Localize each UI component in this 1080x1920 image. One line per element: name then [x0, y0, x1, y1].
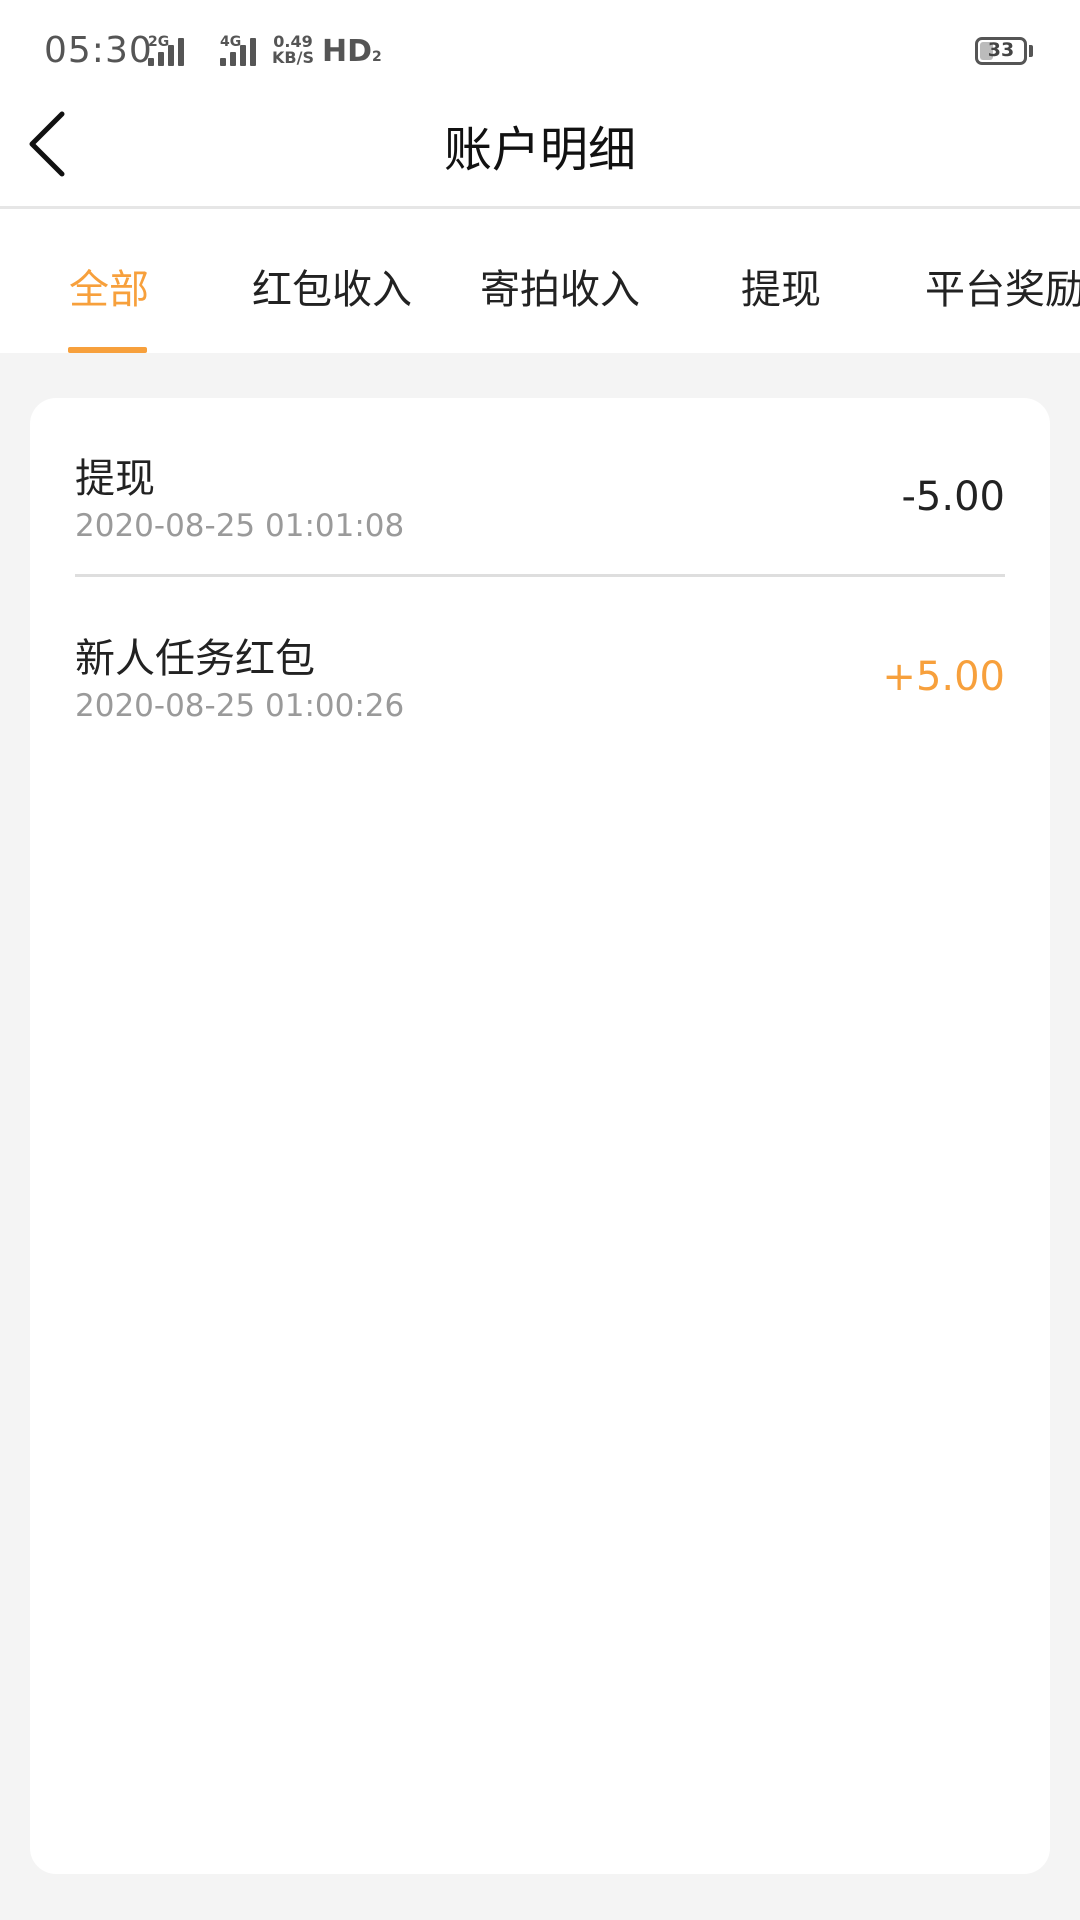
battery-tip: [1029, 45, 1033, 57]
signal-icon-sim1: 2G: [148, 34, 194, 66]
tab-red-packet-income[interactable]: 红包收入: [252, 257, 412, 315]
tab-withdraw[interactable]: 提现: [741, 257, 821, 315]
records-card: 提现 2020-08-25 01:01:08 -5.00 新人任务红包 2020…: [30, 398, 1050, 1874]
network-speed: 0.49 KB/S: [272, 34, 314, 66]
top-bar: 05:30 2G 4G 0.49 KB/S HD2 33 账户明细: [0, 0, 1080, 206]
speed-unit: KB/S: [272, 48, 314, 67]
status-time: 05:30: [44, 30, 153, 71]
sim1-label: 2G: [148, 34, 170, 50]
list-item[interactable]: 新人任务红包 2020-08-25 01:00:26 +5.00: [75, 626, 1005, 776]
hd-indicator: HD2: [322, 34, 382, 69]
hd-label: HD: [322, 34, 373, 69]
tab-all[interactable]: 全部: [69, 257, 149, 315]
status-bar: 05:30 2G 4G 0.49 KB/S HD2 33: [0, 0, 1080, 100]
page-title: 账户明细: [443, 122, 636, 178]
tab-platform-reward[interactable]: 平台奖励: [925, 257, 1080, 315]
record-amount: -5.00: [901, 474, 1006, 520]
battery-level: 33: [987, 39, 1015, 61]
active-tab-indicator: [68, 347, 147, 353]
record-time: 2020-08-25 01:00:26: [75, 688, 405, 724]
signal-icon-sim2: 4G: [206, 34, 264, 66]
record-time: 2020-08-25 01:01:08: [75, 508, 405, 544]
sim2-label: 4G: [220, 34, 242, 50]
row-divider: [75, 574, 1005, 577]
record-amount: +5.00: [882, 654, 1005, 700]
hd-sub: 2: [372, 49, 382, 65]
tab-bar: 全部 红包收入 寄拍收入 提现 平台奖励: [0, 209, 1080, 353]
battery-icon: 33: [975, 37, 1027, 65]
tab-consign-income[interactable]: 寄拍收入: [480, 257, 640, 315]
record-title: 提现: [75, 456, 155, 502]
record-title: 新人任务红包: [75, 636, 315, 682]
